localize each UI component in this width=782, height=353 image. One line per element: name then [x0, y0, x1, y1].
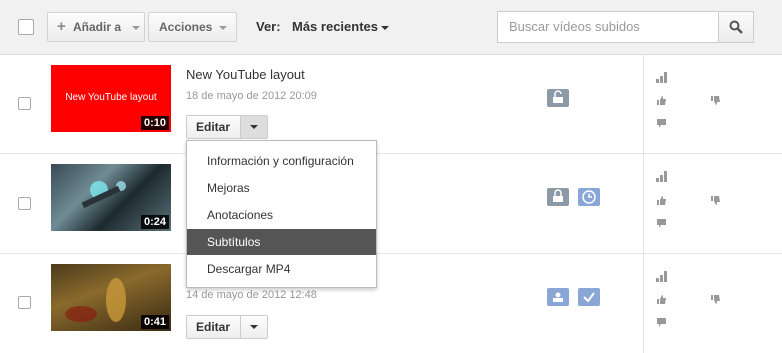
thumbs-up-icon	[657, 196, 666, 205]
edit-button[interactable]: Editar	[187, 316, 239, 338]
chevron-down-icon	[219, 13, 227, 41]
comment-icon	[657, 318, 666, 327]
menu-item-subtitles[interactable]: Subtítulos	[187, 229, 376, 255]
actions-label: Acciones	[159, 20, 213, 34]
comment-icon	[657, 119, 666, 128]
edit-dropdown-menu: Información y configuración Mejoras Anot…	[186, 140, 377, 288]
add-to-button[interactable]: + Añadir a	[47, 12, 145, 42]
video-title[interactable]: New YouTube layout	[186, 67, 305, 82]
view-label: Ver:	[256, 19, 281, 34]
duration-badge: 0:41	[140, 315, 169, 329]
edit-split-button[interactable]: Editar	[186, 115, 268, 139]
thumbs-down-icon	[711, 196, 720, 205]
video-thumbnail[interactable]: 0:24	[51, 164, 171, 231]
unlisted-icon[interactable]	[547, 288, 569, 306]
analytics-icon[interactable]	[656, 71, 668, 83]
edit-dropdown-toggle[interactable]	[241, 116, 267, 138]
thumbs-up-icon	[657, 96, 666, 105]
video-thumbnail[interactable]: New YouTube layout 0:10	[51, 65, 171, 132]
scheduled-clock-icon[interactable]	[578, 188, 600, 206]
duration-badge: 0:10	[140, 116, 169, 130]
edit-dropdown-toggle[interactable]	[241, 316, 267, 338]
duration-badge: 0:24	[140, 215, 169, 229]
toolbar: + Añadir a Acciones Ver: Más recientes B…	[0, 0, 782, 55]
chevron-down-icon	[132, 13, 140, 41]
edit-split-button[interactable]: Editar	[186, 315, 268, 339]
row-checkbox[interactable]	[18, 97, 31, 110]
actions-button[interactable]: Acciones	[148, 12, 237, 42]
search-button[interactable]	[718, 11, 754, 43]
thumbs-down-icon	[711, 96, 720, 105]
row-checkbox[interactable]	[18, 296, 31, 309]
search-icon	[729, 20, 743, 34]
private-icon[interactable]	[547, 188, 569, 206]
upload-date: 18 de mayo de 2012 20:09	[186, 90, 317, 102]
add-to-label: Añadir a	[73, 20, 122, 34]
search-placeholder: Buscar vídeos subidos	[509, 19, 640, 34]
menu-item-info-settings[interactable]: Información y configuración	[187, 148, 376, 174]
stats-column	[643, 54, 782, 353]
video-thumbnail[interactable]: 0:41	[51, 264, 171, 331]
analytics-icon[interactable]	[656, 170, 668, 182]
upload-date: 14 de mayo de 2012 12:48	[186, 289, 317, 301]
thumbs-up-icon	[657, 295, 666, 304]
thumbnail-text: New YouTube layout	[65, 92, 157, 103]
menu-item-enhancements[interactable]: Mejoras	[187, 175, 376, 201]
sort-dropdown[interactable]: Más recientes	[292, 14, 392, 40]
menu-item-download-mp4[interactable]: Descargar MP4	[187, 256, 376, 282]
chevron-down-icon	[381, 19, 389, 37]
comment-icon	[657, 219, 666, 228]
search-input[interactable]: Buscar vídeos subidos	[497, 11, 719, 43]
row-checkbox[interactable]	[18, 197, 31, 210]
analytics-icon[interactable]	[656, 270, 668, 282]
plus-icon: +	[57, 18, 66, 35]
select-all-checkbox[interactable]	[18, 19, 34, 35]
checkmark-icon[interactable]	[578, 288, 600, 306]
thumbs-down-icon	[711, 295, 720, 304]
edit-button[interactable]: Editar	[187, 116, 239, 138]
sort-value: Más recientes	[292, 19, 378, 34]
menu-item-annotations[interactable]: Anotaciones	[187, 202, 376, 228]
public-icon[interactable]	[547, 89, 569, 107]
